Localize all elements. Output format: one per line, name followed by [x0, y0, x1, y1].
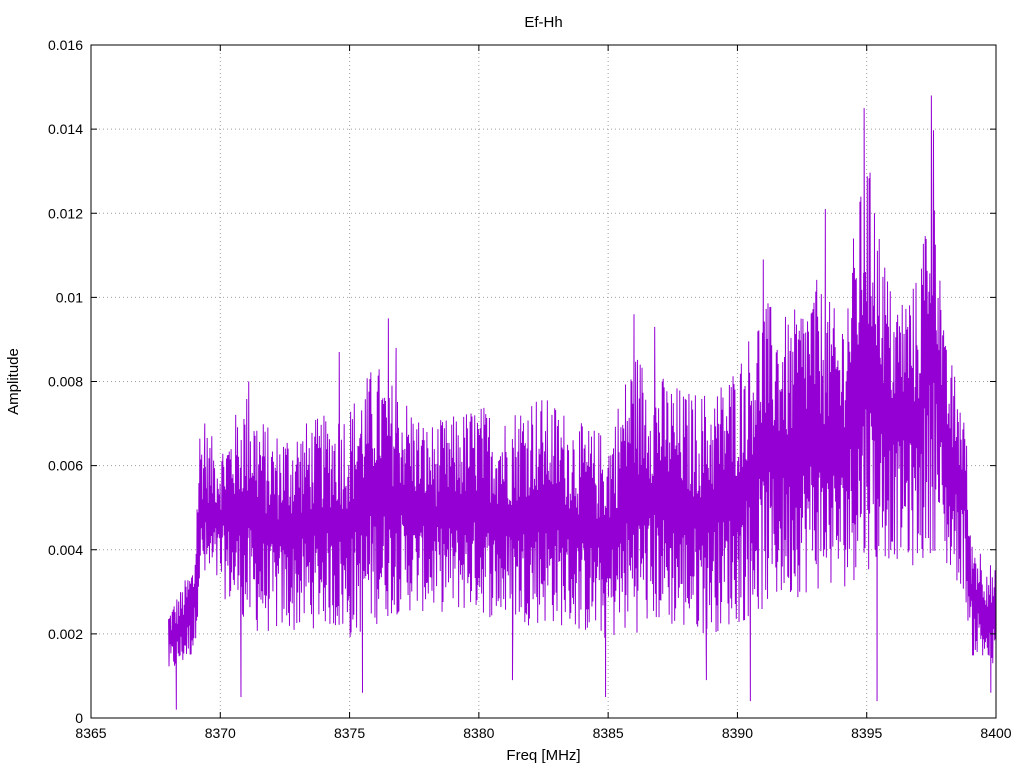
- x-tick-label: 8365: [75, 725, 106, 741]
- x-tick-label: 8395: [851, 725, 882, 741]
- y-tick-label: 0.01: [56, 289, 83, 305]
- chart: 8365 8370 8375 8380 8385 8390 8395 8400 0 0.002 0.…: [0, 0, 1024, 768]
- y-tick-label: 0.012: [48, 205, 83, 221]
- y-tick-label: 0.014: [48, 121, 83, 137]
- x-axis-label: Freq [MHz]: [506, 747, 580, 764]
- x-tick-label: 8380: [463, 725, 494, 741]
- chart-title: Ef-Hh: [524, 14, 562, 31]
- x-tick-label: 8400: [980, 725, 1011, 741]
- y-axis-label: Amplitude: [5, 348, 22, 415]
- x-tick-label: 8370: [205, 725, 236, 741]
- y-tick-label: 0.016: [48, 37, 83, 53]
- y-tick-label: 0.006: [48, 458, 83, 474]
- x-tick-label: 8385: [593, 725, 624, 741]
- y-tick-label: 0: [75, 710, 83, 726]
- y-tick-label: 0.002: [48, 626, 83, 642]
- y-tick-label: 0.004: [48, 542, 83, 558]
- x-tick-label: 8390: [722, 725, 753, 741]
- x-tick-label: 8375: [334, 725, 365, 741]
- y-tick-label: 0.008: [48, 374, 83, 390]
